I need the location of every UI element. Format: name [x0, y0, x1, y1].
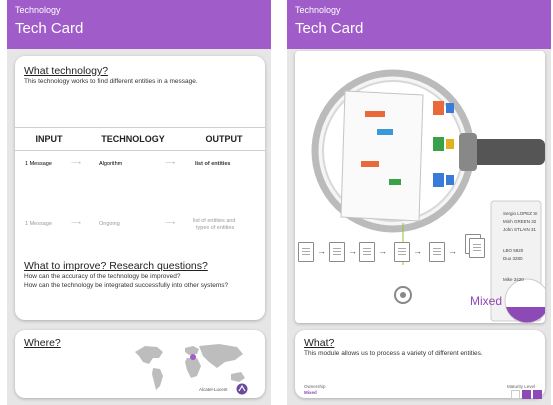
what-technology-card: What technology? This technology works t…: [15, 56, 265, 320]
ownership-value: Mixed: [304, 389, 317, 395]
what-heading[interactable]: What?: [304, 337, 334, 350]
arrow-icon: ⟶: [71, 220, 82, 227]
row-output-line1: list of entities and: [193, 218, 236, 224]
improve-heading[interactable]: What to improve? Research questions?: [24, 260, 260, 273]
row-output: list of entities: [195, 161, 231, 167]
arrow-icon: →: [448, 246, 457, 256]
document-node-icon: [359, 242, 375, 262]
contact-entry: Sergio LOPEZ SI: [503, 211, 538, 216]
row-input: 1 Message: [25, 161, 52, 167]
header: Technology Tech Card: [7, 0, 271, 49]
arrow-icon: →: [317, 246, 326, 256]
table-header: INPUT TECHNOLOGY OUTPUT: [15, 127, 265, 151]
contact-entry: Mike 3420: [503, 277, 524, 282]
document-node-icon: [329, 242, 345, 262]
contact-entry: John STLAIN 31: [503, 227, 537, 232]
contact-entry: Duo 3280: [503, 256, 523, 261]
maturity-step-icon: [511, 390, 520, 399]
document-node-icon: [429, 242, 445, 262]
maturity-step-icon: [533, 390, 542, 399]
mixed-label: Mixed: [470, 294, 503, 308]
contact-entry: LBO 5920: [503, 248, 524, 253]
what-technology-heading[interactable]: What technology?: [24, 65, 260, 78]
arrow-icon: ⟶: [71, 160, 82, 167]
where-heading[interactable]: Where?: [24, 337, 61, 350]
maturity-step-icon: [522, 390, 531, 399]
row-technology: Algorithm: [99, 161, 123, 167]
research-question: How can the technology be integrated suc…: [24, 281, 229, 289]
technology-description: This technology works to find different …: [24, 78, 198, 85]
illustration-card: → → → → → Sergio LOPEZ SI Minh GREEN 32 …: [295, 51, 545, 323]
page-title: Tech Card: [15, 20, 84, 37]
module-description: This module allows us to process a varie…: [304, 350, 483, 357]
document-node-icon: [394, 242, 410, 262]
document-stack-icon: [469, 238, 485, 258]
column-technology: TECHNOLOGY: [101, 134, 165, 144]
location-marker-icon[interactable]: [190, 354, 196, 360]
breadcrumb[interactable]: Technology: [15, 4, 265, 16]
io-table: INPUT TECHNOLOGY OUTPUT 1 Message ⟶ Algo…: [15, 127, 265, 235]
arrow-icon: →: [348, 246, 357, 256]
left-screen: Technology Tech Card What technology? Th…: [7, 0, 271, 405]
row-output-line2: types of entities: [196, 225, 235, 231]
research-question: How can the accuracy of the technology b…: [24, 273, 181, 280]
right-screen: Technology Tech Card → → → → → Sergio LO…: [287, 0, 551, 405]
page-title: Tech Card: [295, 20, 364, 37]
company-caption: Alcatel-Lucent: [199, 387, 228, 392]
row-technology: Ongoing: [99, 221, 120, 227]
document-node-icon: [298, 242, 314, 262]
header: Technology Tech Card: [287, 0, 551, 49]
alcatel-logo-icon: [236, 383, 248, 395]
maturity-label: Maturity Level: [507, 384, 536, 389]
ownership-label: Ownership: [304, 384, 326, 389]
ownership-info: Ownership Mixed: [304, 384, 326, 395]
row-input: 1 Message: [25, 221, 52, 227]
column-input: INPUT: [35, 134, 63, 144]
column-output: OUTPUT: [205, 134, 243, 144]
arrow-icon: →: [378, 246, 387, 256]
contact-entry: Minh GREEN 32: [503, 219, 537, 224]
table-row: 1 Message ⟶ Ongoing ⟶ list of entities a…: [15, 215, 265, 235]
arrow-icon: →: [413, 246, 422, 256]
arrow-icon: ⟶: [165, 220, 176, 227]
arrow-icon: ⟶: [165, 160, 176, 167]
where-card: Where? Alcatel-Lucent: [15, 330, 265, 398]
what-card: What? This module allows us to process a…: [295, 330, 545, 399]
breadcrumb[interactable]: Technology: [295, 4, 545, 16]
table-row: 1 Message ⟶ Algorithm ⟶ list of entities: [15, 155, 265, 175]
